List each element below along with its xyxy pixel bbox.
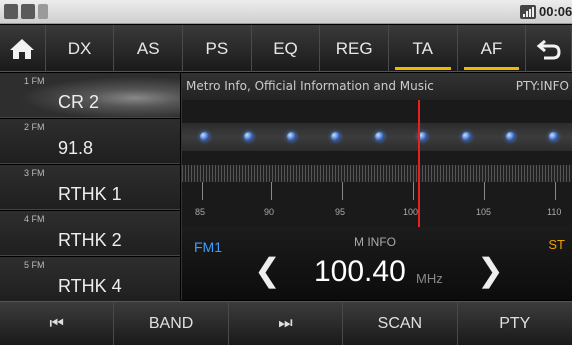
station-dot xyxy=(506,132,515,141)
tune-down-button[interactable]: ❮ xyxy=(254,251,281,289)
tab-as[interactable]: AS xyxy=(114,25,184,72)
home-button[interactable] xyxy=(0,25,46,72)
station-dot xyxy=(375,132,384,141)
station-dot xyxy=(200,132,209,141)
preset-name: 91.8 xyxy=(58,138,94,158)
preset-number: 1 FM xyxy=(24,76,45,86)
band-label: FM1 xyxy=(194,239,222,255)
tab-ps[interactable]: PS xyxy=(183,25,252,72)
scale-tick xyxy=(342,182,343,200)
fine-scale xyxy=(182,165,572,182)
frequency-scale[interactable]: 85 90 95 100 105 110 xyxy=(182,100,572,227)
home-icon xyxy=(10,38,35,59)
preset-name: RTHK 2 xyxy=(58,230,122,250)
tab-label: EQ xyxy=(273,38,298,58)
band-button-label: BAND xyxy=(148,315,194,332)
pty-button[interactable]: PTY xyxy=(458,302,572,345)
station-dot xyxy=(244,132,253,141)
preset-item-5[interactable]: 5 FM RTHK 4 xyxy=(0,257,180,302)
stereo-indicator: ST xyxy=(548,237,565,252)
pty-button-label: PTY xyxy=(499,315,531,332)
band-button[interactable]: BAND xyxy=(114,302,229,345)
tab-label: AS xyxy=(136,38,160,58)
preset-item-1[interactable]: 1 FM CR 2 xyxy=(0,73,180,118)
tuner-panel: Metro Info, Official Information and Mus… xyxy=(181,73,572,300)
tab-label: DX xyxy=(67,38,92,58)
bluetooth-icon xyxy=(38,4,48,19)
next-button[interactable]: ⏭ xyxy=(229,302,344,345)
previous-icon: ⏮ xyxy=(49,315,64,332)
signal-icon xyxy=(520,5,536,19)
scale-label: 95 xyxy=(335,207,346,217)
back-button[interactable] xyxy=(526,25,572,72)
scale-label: 90 xyxy=(264,207,275,217)
preset-item-3[interactable]: 3 FM RTHK 1 xyxy=(0,165,180,210)
station-dot xyxy=(462,132,471,141)
preset-name: RTHK 4 xyxy=(58,276,122,296)
scale-tick xyxy=(484,182,485,200)
clock: 00:06 xyxy=(539,4,572,19)
scale-label: 110 xyxy=(547,207,562,217)
station-dot xyxy=(287,132,296,141)
preset-number: 4 FM xyxy=(24,214,45,224)
preset-number: 2 FM xyxy=(24,122,45,132)
back-icon xyxy=(536,39,561,59)
preset-name: CR 2 xyxy=(58,92,100,112)
station-info: M INFO xyxy=(354,235,396,249)
next-icon: ⏭ xyxy=(278,315,293,332)
tab-dx[interactable]: DX xyxy=(46,25,115,72)
bag-icon xyxy=(21,4,35,19)
scale-label: 100 xyxy=(403,207,419,217)
frequency-unit: MHz xyxy=(416,271,443,286)
tab-label: AF xyxy=(480,38,503,58)
tab-ta[interactable]: TA xyxy=(389,25,458,72)
tab-reg[interactable]: REG xyxy=(320,25,389,72)
preset-number: 3 FM xyxy=(24,168,45,178)
preset-name: RTHK 1 xyxy=(58,184,122,204)
frequency-display: FM1 M INFO ST ❮ 100.40 MHz ❯ xyxy=(182,227,572,300)
tab-label: REG xyxy=(335,38,373,58)
pty-label: PTY:INFO xyxy=(515,79,569,93)
preset-number: 5 FM xyxy=(24,260,45,270)
station-dot xyxy=(331,132,340,141)
bottom-bar: ⏮ BAND ⏭ SCAN PTY xyxy=(0,301,572,345)
scan-button-label: SCAN xyxy=(377,315,423,332)
tab-bar: DX AS PS EQ REG TA AF xyxy=(0,25,572,72)
scale-label: 105 xyxy=(476,207,492,217)
rds-text: Metro Info, Official Information and Mus… xyxy=(186,79,434,93)
preset-item-4[interactable]: 4 FM RTHK 2 xyxy=(0,211,180,256)
status-bar: 00:06 xyxy=(0,0,572,24)
previous-button[interactable]: ⏮ xyxy=(0,302,115,345)
tab-label: TA xyxy=(412,38,434,58)
scale-tick xyxy=(555,182,556,200)
usb-icon xyxy=(4,4,18,19)
scale-tick xyxy=(271,182,272,200)
scale-tick xyxy=(202,182,203,200)
scan-button[interactable]: SCAN xyxy=(343,302,458,345)
tab-eq[interactable]: EQ xyxy=(252,25,321,72)
rds-bar: Metro Info, Official Information and Mus… xyxy=(182,73,572,100)
preset-list: 1 FM CR 2 2 FM 91.8 3 FM RTHK 1 4 FM RTH… xyxy=(0,73,180,302)
frequency-value: 100.40 xyxy=(314,255,406,288)
scale-label: 85 xyxy=(195,207,206,217)
station-markers xyxy=(182,123,572,151)
scale-tick xyxy=(413,182,414,200)
station-dot xyxy=(549,132,558,141)
tab-af[interactable]: AF xyxy=(458,25,527,72)
tab-label: PS xyxy=(205,38,229,58)
preset-item-2[interactable]: 2 FM 91.8 xyxy=(0,119,180,164)
tune-up-button[interactable]: ❯ xyxy=(477,251,504,289)
tuning-needle[interactable] xyxy=(418,100,420,227)
